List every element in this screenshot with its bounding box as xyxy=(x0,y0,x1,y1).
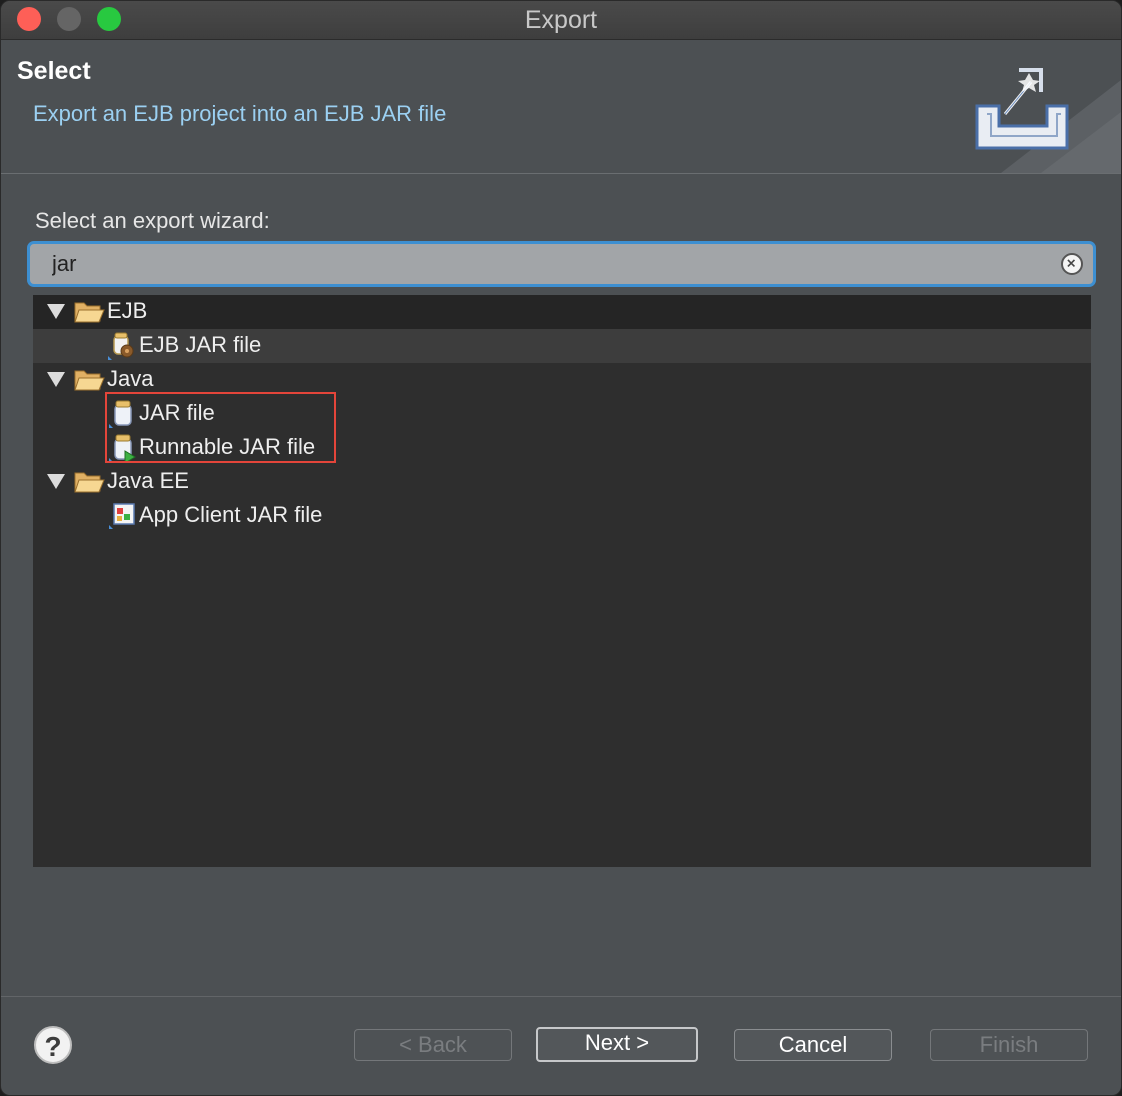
export-wizard-tree: EJB EJB JAR file Java JAR file Runnable … xyxy=(33,295,1091,867)
finish-button[interactable]: Finish xyxy=(930,1029,1088,1061)
chevron-down-icon[interactable] xyxy=(47,372,65,387)
tree-item-label: App Client JAR file xyxy=(139,502,323,527)
clear-search-icon[interactable] xyxy=(1061,253,1083,275)
help-icon[interactable]: ? xyxy=(34,1026,72,1064)
cancel-button[interactable]: Cancel xyxy=(734,1029,892,1061)
next-button[interactable]: Next > xyxy=(536,1027,698,1062)
chevron-down-icon[interactable] xyxy=(47,474,65,489)
tree-group-ejb[interactable]: EJB xyxy=(33,295,1091,329)
tree-item-ejb-jar-file[interactable]: EJB JAR file xyxy=(33,329,1091,363)
wizard-header: Select Export an EJB project into an EJB… xyxy=(1,40,1121,174)
tree-group-java-ee[interactable]: Java EE xyxy=(33,465,1091,499)
tree-group-label: EJB xyxy=(107,298,148,323)
page-title: Select xyxy=(17,57,91,85)
tree-item-app-client-jar-file[interactable]: App Client JAR file xyxy=(33,499,1091,533)
wizard-selector-label: Select an export wizard: xyxy=(35,208,270,233)
tree-group-label: Java EE xyxy=(107,468,189,493)
chevron-down-icon[interactable] xyxy=(47,304,65,319)
open-folder-icon xyxy=(74,472,105,493)
tree-item-label: EJB JAR file xyxy=(139,332,262,357)
tree-group-label: Java xyxy=(107,366,154,391)
export-wizard-banner-icon xyxy=(975,68,1121,173)
footer-divider xyxy=(1,996,1121,997)
filter-search-input[interactable] xyxy=(30,244,1050,284)
open-folder-icon xyxy=(74,370,105,391)
page-description: Export an EJB project into an EJB JAR fi… xyxy=(33,101,447,126)
title-bar: Export xyxy=(1,1,1121,40)
back-button[interactable]: < Back xyxy=(354,1029,512,1061)
open-folder-icon xyxy=(74,302,105,323)
filter-search-box xyxy=(27,241,1096,287)
annotation-highlight-box xyxy=(105,392,336,463)
app-client-jar-icon xyxy=(109,503,135,529)
ejb-jar-icon xyxy=(108,332,134,360)
export-dialog: Export Select Export an EJB project into… xyxy=(0,0,1122,1096)
window-title: Export xyxy=(524,6,598,34)
